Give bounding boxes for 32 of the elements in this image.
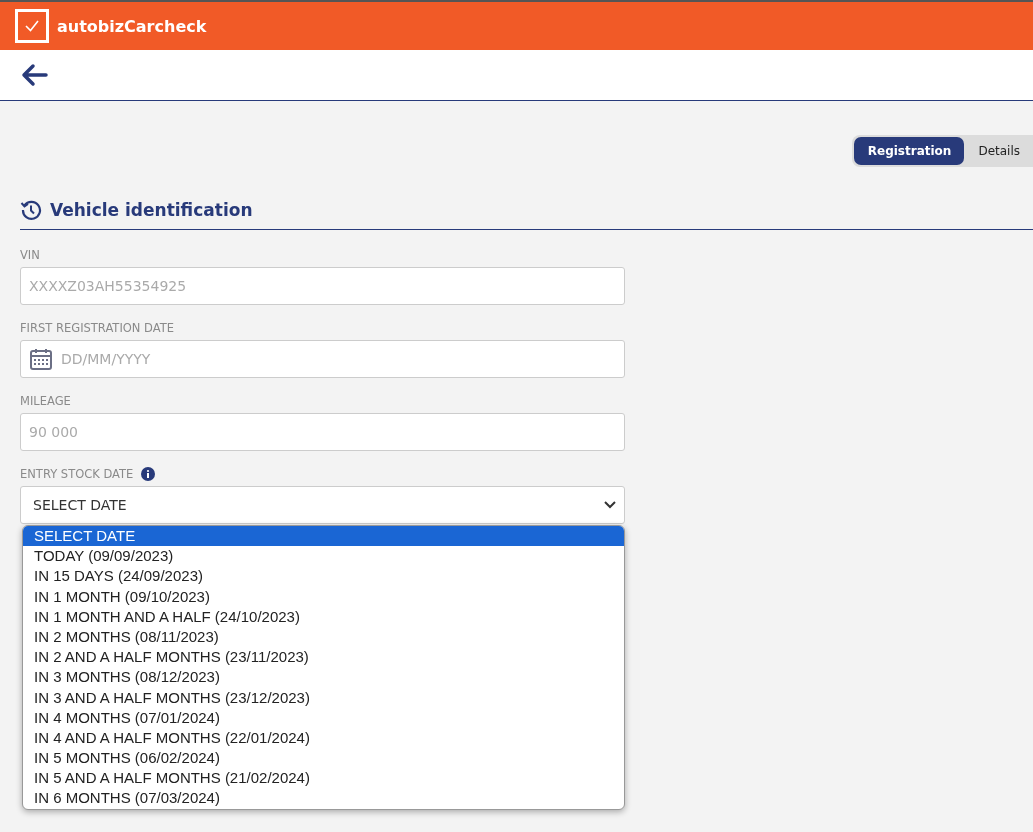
dropdown-option[interactable]: IN 5 MONTHS (06/02/2024) — [23, 748, 624, 769]
date-select[interactable]: SELECT DATE — [20, 486, 625, 524]
dropdown-option[interactable]: IN 2 MONTHS (08/11/2023) — [23, 626, 624, 648]
calendar-icon — [29, 347, 53, 371]
history-icon — [20, 199, 42, 221]
dropdown-option[interactable]: IN 3 AND A HALF MONTHS (23/12/2023) — [23, 687, 624, 708]
dropdown-option[interactable]: IN 4 AND A HALF MONTHS (22/01/2024) — [23, 727, 624, 749]
dropdown-option[interactable]: IN 6 MONTHS (07/03/2024) — [23, 788, 624, 809]
app-title: autobizCarcheck — [57, 16, 207, 36]
dropdown-option[interactable]: IN 5 AND A HALF MONTHS (21/02/2024) — [23, 768, 624, 789]
input-field[interactable]: XXXXZ03AH55354925 — [20, 267, 625, 305]
checkmark-logo-icon — [15, 9, 49, 43]
dropdown-option[interactable]: TODAY (09/09/2023) — [23, 546, 624, 567]
tab[interactable]: Registration — [853, 137, 965, 165]
input-field[interactable]: 90 000 — [20, 413, 625, 451]
dropdown-option[interactable]: IN 4 MONTHS (07/01/2024) — [23, 707, 624, 728]
field-label: FIRST REGISTRATION DATE — [20, 321, 174, 335]
dropdown-option[interactable]: IN 2 AND A HALF MONTHS (23/11/2023) — [23, 647, 624, 668]
dropdown-option[interactable]: SELECT DATE — [23, 526, 624, 547]
info-icon[interactable] — [141, 467, 156, 481]
date-field[interactable]: DD/MM/YYYY — [20, 340, 625, 378]
dropdown-option[interactable]: IN 15 DAYS (24/09/2023) — [23, 566, 624, 587]
chevron-down-icon — [604, 501, 616, 509]
field-label: ENTRY STOCK DATE — [20, 467, 134, 481]
dropdown-option[interactable]: IN 1 MONTH (09/10/2023) — [23, 586, 624, 607]
section-title: Vehicle identification — [50, 200, 253, 220]
tab[interactable]: Details — [964, 137, 1033, 165]
back-arrow-icon[interactable] — [20, 63, 48, 87]
field-label: MILEAGE — [20, 394, 71, 408]
dropdown-option[interactable]: IN 3 MONTHS (08/12/2023) — [23, 667, 624, 688]
field-label: VIN — [20, 248, 40, 262]
dropdown-option[interactable]: IN 1 MONTH AND A HALF (24/10/2023) — [23, 606, 624, 627]
